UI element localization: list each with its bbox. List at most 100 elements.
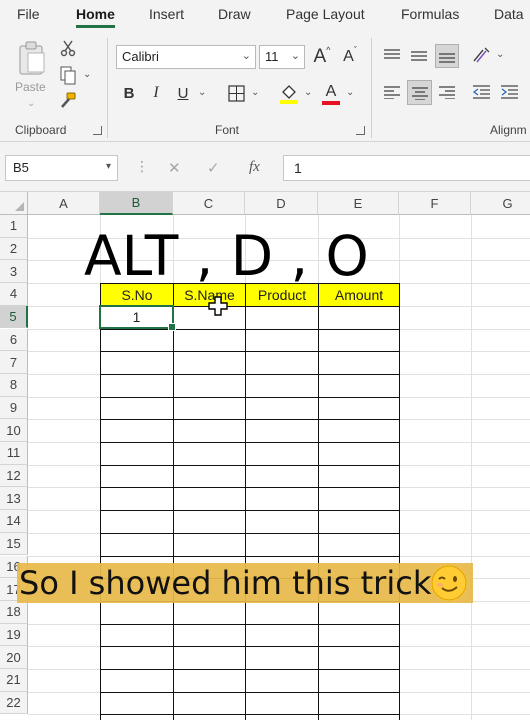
font-name-select[interactable]: Calibri ⌄: [116, 45, 256, 69]
cancel-entry-icon[interactable]: ✕: [168, 159, 181, 177]
borders-dropdown-icon[interactable]: ⌄: [251, 87, 259, 98]
copy-button[interactable]: [58, 64, 78, 86]
table-border-horizontal: [100, 442, 399, 443]
align-bottom-button[interactable]: [435, 44, 459, 68]
decrease-indent-icon: [472, 85, 490, 99]
align-top-button[interactable]: [381, 44, 403, 66]
column-header-c[interactable]: C: [173, 192, 245, 215]
ribbon-tab-bar: File Home Insert Draw Page Layout Formul…: [0, 0, 530, 30]
row-header-9[interactable]: 9: [0, 396, 28, 420]
formula-input[interactable]: 1: [283, 155, 530, 181]
align-center-icon: [411, 86, 428, 100]
cut-button[interactable]: [58, 38, 78, 58]
paint-bucket-icon: [280, 85, 298, 104]
tab-formulas[interactable]: Formulas: [401, 6, 459, 22]
align-left-button[interactable]: [381, 81, 403, 103]
align-top-icon: [384, 49, 400, 59]
confirm-entry-icon[interactable]: ✓: [207, 159, 220, 177]
font-group-label: Font: [215, 123, 240, 137]
text-orientation-icon: [473, 47, 490, 63]
tab-draw[interactable]: Draw: [218, 6, 251, 22]
row-header-11[interactable]: 11: [0, 442, 28, 465]
orientation-button[interactable]: [470, 44, 492, 66]
font-launcher-icon[interactable]: [356, 126, 365, 135]
font-color-swatch: [322, 100, 340, 105]
borders-button[interactable]: [225, 82, 247, 104]
insert-function-button[interactable]: fx: [249, 159, 260, 176]
row-header-22[interactable]: 22: [0, 691, 28, 715]
increase-indent-button[interactable]: [498, 81, 520, 103]
table-border-vertical: [173, 283, 174, 720]
paste-button[interactable]: [14, 38, 50, 78]
row-header-14[interactable]: 14: [0, 510, 28, 533]
row-header-15[interactable]: 15: [0, 532, 28, 556]
format-painter-button[interactable]: [58, 90, 78, 110]
row-header-10[interactable]: 10: [0, 419, 28, 442]
table-border-horizontal: [100, 646, 399, 648]
name-box[interactable]: B5 ▾: [5, 155, 118, 181]
font-color-dropdown-icon[interactable]: ⌄: [346, 87, 354, 98]
copy-dropdown-icon[interactable]: ⌄: [83, 69, 91, 80]
fill-color-button[interactable]: [278, 82, 300, 106]
caret-up-icon: ^: [326, 45, 331, 55]
align-middle-button[interactable]: [408, 44, 430, 66]
column-header-g[interactable]: G: [471, 192, 530, 215]
row-header-3[interactable]: 3: [0, 260, 28, 284]
row-header-20[interactable]: 20: [0, 646, 28, 669]
table-border-horizontal: [100, 532, 399, 534]
tab-page-layout[interactable]: Page Layout: [286, 6, 365, 22]
underline-button[interactable]: U: [173, 82, 193, 104]
column-header-f[interactable]: F: [399, 192, 471, 215]
paste-icon: [19, 41, 45, 75]
tab-file[interactable]: File: [17, 6, 40, 22]
chevron-down-icon: ⌄: [241, 50, 251, 62]
bold-button[interactable]: B: [119, 82, 139, 104]
shrink-font-icon: A: [343, 48, 354, 65]
row-header-5[interactable]: 5: [0, 305, 28, 329]
font-size-select[interactable]: 11 ⌄: [259, 45, 305, 69]
row-header-7[interactable]: 7: [0, 351, 28, 374]
row-header-1[interactable]: 1: [0, 215, 28, 238]
row-header-2[interactable]: 2: [0, 237, 28, 261]
grow-font-icon: A: [313, 46, 327, 67]
row-header-4[interactable]: 4: [0, 283, 28, 306]
fill-color-dropdown-icon[interactable]: ⌄: [304, 87, 312, 98]
winking-face-icon: [431, 565, 467, 601]
clipboard-launcher-icon[interactable]: [93, 126, 102, 135]
orientation-dropdown-icon[interactable]: ⌄: [496, 49, 504, 60]
wink-emoji-icon: [431, 565, 467, 601]
active-cell-selector[interactable]: [99, 304, 176, 332]
row-header-21[interactable]: 21: [0, 669, 28, 692]
row-header-13[interactable]: 13: [0, 487, 28, 511]
paste-dropdown-icon[interactable]: ⌄: [27, 98, 35, 109]
column-header-a[interactable]: A: [28, 192, 100, 215]
tab-data[interactable]: Data: [494, 6, 524, 22]
row-header-6[interactable]: 6: [0, 328, 28, 352]
column-header-b[interactable]: B: [100, 192, 173, 215]
paste-label: Paste: [15, 80, 46, 94]
underline-dropdown-icon[interactable]: ⌄: [198, 87, 206, 98]
increase-font-size-button[interactable]: A ^: [311, 45, 333, 69]
column-header-d[interactable]: D: [245, 192, 318, 215]
decrease-indent-button[interactable]: [470, 81, 492, 103]
brush-icon: [61, 92, 76, 108]
gridline-vertical: [471, 215, 472, 720]
tab-insert[interactable]: Insert: [149, 6, 184, 22]
increase-indent-icon: [500, 85, 518, 99]
font-color-button[interactable]: A: [320, 82, 342, 106]
tab-home[interactable]: Home: [76, 6, 115, 28]
row-header-18[interactable]: 18: [0, 600, 28, 624]
align-center-button[interactable]: [407, 80, 432, 105]
decrease-font-size-button[interactable]: Aˇ: [339, 45, 361, 69]
shortcut-overlay-text: ALT , D , O: [84, 224, 369, 288]
font-size-value: 11: [265, 49, 279, 64]
select-all-button[interactable]: [0, 192, 28, 215]
italic-button[interactable]: I: [146, 82, 166, 104]
table-border-horizontal: [100, 373, 399, 375]
clipboard-group-label: Clipboard: [15, 123, 67, 137]
column-header-e[interactable]: E: [318, 192, 399, 215]
align-right-button[interactable]: [436, 81, 458, 103]
row-header-12[interactable]: 12: [0, 464, 28, 488]
row-header-8[interactable]: 8: [0, 373, 28, 397]
row-header-19[interactable]: 19: [0, 623, 28, 647]
